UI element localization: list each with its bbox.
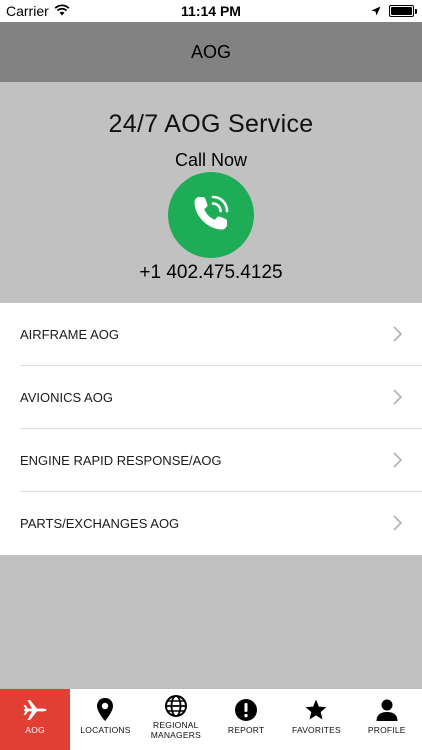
aog-menu-list: AIRFRAME AOG AVIONICS AOG ENGINE RAPID R… [0,303,422,555]
chevron-right-icon [393,326,403,342]
alert-icon [234,697,258,723]
service-title: 24/7 AOG Service [108,110,314,138]
chevron-right-icon [393,452,403,468]
menu-item-engine-rapid-response[interactable]: ENGINE RAPID RESPONSE/AOG [0,429,422,492]
aog-service-header: 24/7 AOG Service Call Now +1 402.475.412… [0,82,422,303]
menu-item-label: ENGINE RAPID RESPONSE/AOG [20,453,222,468]
person-icon [375,697,399,723]
call-button[interactable] [168,172,254,258]
tab-report[interactable]: REPORT [211,689,281,750]
tab-favorites[interactable]: FAVORITES [281,689,351,750]
tab-locations[interactable]: LOCATIONS [70,689,140,750]
status-right [371,3,417,19]
navigation-bar: AOG [0,22,422,82]
page-title: AOG [190,41,231,62]
menu-item-label: AIRFRAME AOG [20,327,119,342]
tab-aog[interactable]: AOG [0,689,71,750]
tab-label: REPORT [227,725,265,735]
menu-item-parts-exchanges-aog[interactable]: PARTS/EXCHANGES AOG [0,492,422,555]
tab-bar: AOG LOCATIONS REGIONAL MANAGERS REPORT F… [0,688,422,750]
tab-label: LOCATIONS [80,725,131,735]
phone-number[interactable]: +1 402.475.4125 [0,262,422,284]
location-arrow-icon [371,3,381,19]
globe-icon [164,693,188,719]
chevron-right-icon [393,515,403,531]
phone-call-icon [186,188,236,243]
menu-item-airframe-aog[interactable]: AIRFRAME AOG [0,303,422,366]
chevron-right-icon [393,389,403,405]
tab-label: AOG [25,725,45,735]
location-pin-icon [95,697,115,723]
star-icon [304,697,328,723]
status-bar: Carrier 11:14 PM [0,0,422,22]
tab-label: REGIONAL MANAGERS [150,720,201,740]
tab-label: FAVORITES [292,725,341,735]
tab-profile[interactable]: PROFILE [352,689,422,750]
airplane-icon [22,697,48,723]
menu-item-label: AVIONICS AOG [20,390,113,405]
tab-label: PROFILE [367,725,406,735]
menu-item-avionics-aog[interactable]: AVIONICS AOG [0,366,422,429]
battery-icon [389,5,417,17]
status-time: 11:14 PM [181,3,241,19]
tab-regional-managers[interactable]: REGIONAL MANAGERS [141,689,211,750]
call-now-label: Call Now [174,150,248,170]
menu-item-label: PARTS/EXCHANGES AOG [20,516,180,531]
